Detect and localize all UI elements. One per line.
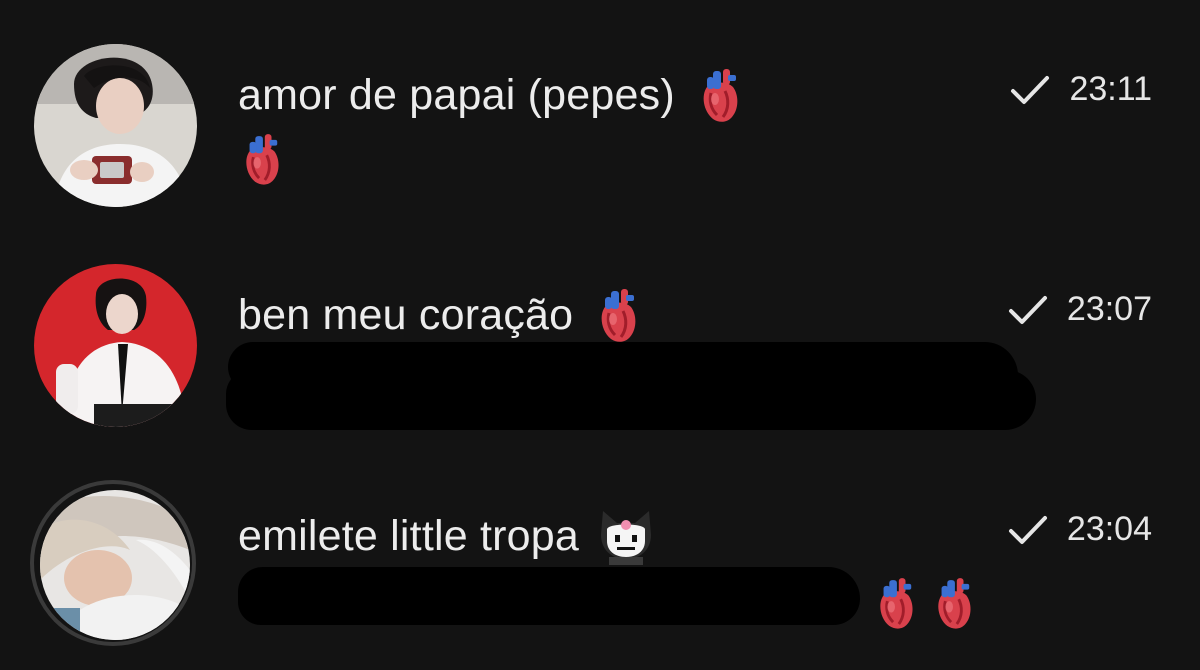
check-icon bbox=[1008, 295, 1047, 324]
chat-name: emilete little tropa bbox=[238, 505, 657, 567]
anatomical-heart-icon bbox=[874, 574, 916, 632]
anatomical-heart-icon bbox=[932, 574, 974, 632]
chat-list: amor de papai (pepes) 23:11 ben meu cora… bbox=[0, 0, 1200, 670]
anatomical-heart-icon bbox=[697, 65, 741, 125]
chat-name-text: ben meu coração bbox=[238, 291, 574, 339]
avatar[interactable] bbox=[34, 264, 197, 427]
redaction-mark bbox=[238, 567, 860, 625]
chat-name: amor de papai (pepes) bbox=[238, 65, 741, 125]
anatomical-heart-icon bbox=[595, 285, 639, 345]
avatar[interactable] bbox=[40, 490, 190, 640]
message-preview bbox=[240, 130, 282, 194]
avatar[interactable] bbox=[34, 44, 197, 207]
kuromi-icon bbox=[601, 511, 651, 565]
chat-name-text: amor de papai (pepes) bbox=[238, 71, 675, 119]
chat-row-emilete-little-tropa[interactable]: emilete little tropa 23:04 bbox=[0, 470, 1200, 660]
chat-row-ben-meu-coracao[interactable]: ben meu coração 23:07 bbox=[0, 250, 1200, 440]
redaction-mark bbox=[226, 370, 1036, 430]
check-icon bbox=[1011, 75, 1050, 104]
anatomical-heart-icon bbox=[240, 130, 282, 188]
chat-time: 23:11 bbox=[1069, 70, 1152, 108]
check-icon bbox=[1008, 515, 1047, 544]
avatar-photo bbox=[40, 490, 190, 640]
chat-meta: 23:07 bbox=[1007, 290, 1152, 329]
avatar-photo bbox=[34, 44, 197, 207]
message-preview bbox=[874, 574, 986, 638]
chat-time: 23:07 bbox=[1066, 290, 1152, 328]
chat-time: 23:04 bbox=[1066, 510, 1152, 548]
chat-name: ben meu coração bbox=[238, 285, 639, 345]
chat-meta: 23:04 bbox=[1007, 510, 1152, 549]
avatar-photo bbox=[34, 264, 197, 427]
chat-row-amor-de-papai[interactable]: amor de papai (pepes) 23:11 bbox=[0, 30, 1200, 220]
chat-name-text: emilete little tropa bbox=[238, 512, 579, 560]
chat-meta: 23:11 bbox=[1009, 70, 1152, 109]
